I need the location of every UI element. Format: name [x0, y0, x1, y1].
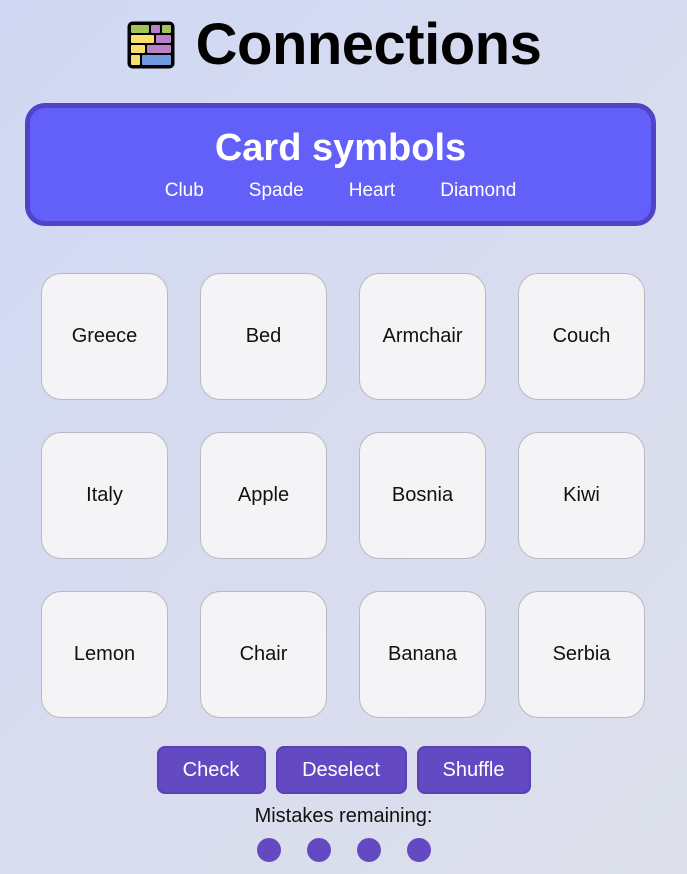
word-tile[interactable]: Chair [200, 591, 327, 718]
solved-group-words: Club Spade Heart Diamond [30, 179, 651, 203]
mistake-dot [406, 838, 431, 862]
word-tile[interactable]: Apple [200, 432, 327, 559]
word-tile[interactable]: Bosnia [359, 432, 486, 559]
mistake-dot [306, 838, 331, 862]
deselect-button[interactable]: Deselect [275, 746, 407, 794]
word-tile[interactable]: Serbia [518, 591, 645, 718]
word-tile[interactable]: Lemon [41, 591, 168, 718]
word-tile[interactable]: Armchair [359, 273, 486, 400]
solved-word: Diamond [440, 180, 517, 201]
word-tile[interactable]: Banana [359, 591, 486, 718]
solved-word: Heart [348, 180, 396, 201]
word-tile[interactable]: Greece [41, 273, 168, 400]
solved-word: Spade [248, 180, 304, 201]
connections-grid-icon [127, 21, 175, 69]
word-grid: Greece Bed Armchair Couch Italy Apple Bo… [41, 273, 645, 718]
word-tile[interactable]: Italy [41, 432, 168, 559]
mistake-dot [256, 838, 281, 862]
solved-group-title: Card symbols [214, 127, 467, 169]
controls: Check Deselect Shuffle [0, 746, 687, 794]
mistake-dot [356, 838, 381, 862]
word-tile[interactable]: Bed [200, 273, 327, 400]
check-button[interactable]: Check [156, 746, 266, 794]
mistakes-label: Mistakes remaining: [254, 805, 433, 827]
page-title: Connections [195, 12, 542, 77]
word-tile[interactable]: Kiwi [518, 432, 645, 559]
header: Connections [0, 12, 687, 78]
shuffle-button[interactable]: Shuffle [416, 746, 531, 794]
word-tile[interactable]: Couch [518, 273, 645, 400]
mistakes-dots [0, 838, 687, 862]
solved-word: Club [164, 180, 204, 201]
solved-group-card: Card symbols Club Spade Heart Diamond [25, 103, 656, 226]
